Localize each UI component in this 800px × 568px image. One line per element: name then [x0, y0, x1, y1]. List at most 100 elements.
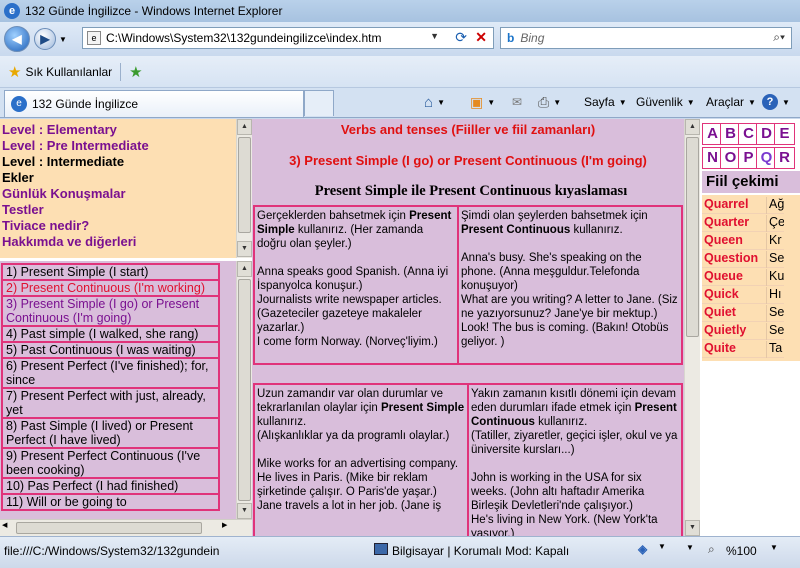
window-titlebar: e 132 Günde İngilizce - Windows Internet… [0, 0, 800, 22]
help-button[interactable]: ? ▼ [762, 92, 790, 112]
word-row[interactable]: Quietly Se [702, 322, 784, 340]
zoom-dropdown-icon[interactable]: ▼ [770, 543, 778, 552]
history-dropdown-icon[interactable]: ▼ [59, 35, 67, 44]
back-button[interactable]: ◀ [4, 26, 30, 52]
scroll-thumb[interactable] [686, 137, 699, 337]
word-meaning: Ağ [766, 197, 784, 214]
search-icon[interactable]: ⌕▾ [773, 30, 785, 45]
scroll-thumb[interactable] [238, 279, 251, 501]
favorites-bar: ★ Sık Kullanılanlar ★ [0, 56, 800, 88]
stop-icon[interactable]: ✕ [475, 29, 487, 46]
scroll-down-icon[interactable]: ▼ [685, 520, 700, 536]
lessons-scrollbar[interactable]: ▲ ▼ [236, 261, 252, 519]
address-field[interactable]: e C:\Windows\System32\132gundeingilizce\… [82, 27, 494, 49]
address-dropdown-icon[interactable]: ▼ [430, 31, 439, 41]
word-meaning: Se [766, 305, 784, 322]
bing-logo-icon: b [507, 31, 515, 45]
scroll-down-icon[interactable]: ▼ [237, 241, 252, 257]
example-line: He's living in New York. (New York'ta ya… [471, 514, 658, 536]
page-icon: e [87, 31, 101, 45]
lesson-link[interactable]: 5) Past Continuous (I was waiting) [1, 341, 220, 359]
main-frame: Verbs and tenses (Fiiller ve fiil zamanl… [252, 119, 684, 536]
letter-link[interactable]: R [774, 147, 795, 169]
lesson-link[interactable]: 6) Present Perfect (I've finished); for,… [1, 357, 220, 389]
status-bar: file:///C:/Windows/System32/132gundein B… [0, 536, 800, 568]
lesson-link[interactable]: 4) Past simple (I walked, she rang) [1, 325, 220, 343]
lesson-link[interactable]: 11) Will or be going to [1, 493, 220, 511]
print-button[interactable]: ⎙ ▼ [538, 92, 561, 112]
scroll-down-icon[interactable]: ▼ [237, 503, 252, 519]
present-simple-box: Gerçeklerden bahsetmek için Present Simp… [253, 205, 459, 365]
box-text: (Tatiller, ziyaretler, geçici işler, oku… [471, 430, 678, 456]
window-title: 132 Günde İngilizce - Windows Internet E… [25, 4, 283, 18]
zoom-icon[interactable]: ⌕ [708, 542, 715, 557]
word-row[interactable]: Quite Ta [702, 340, 784, 358]
tab-active[interactable]: e 132 Günde İngilizce [4, 90, 304, 117]
tab-bar: e 132 Günde İngilizce ⌂ ▼ ▣ ▼ ✉ ⎙ ▼ Sayfa ▼ … [0, 88, 800, 118]
lesson-link[interactable]: 8) Past Simple (I lived) or Present Perf… [1, 417, 220, 449]
forward-button[interactable]: ▶ [34, 28, 56, 50]
level-link[interactable]: Günlük Konuşmalar [0, 186, 236, 202]
lesson-link[interactable]: 2) Present Continuous (I'm working) [1, 279, 220, 297]
home-button[interactable]: ⌂ ▼ [424, 92, 445, 112]
separator [120, 62, 122, 81]
word-row[interactable]: Quarrel Ağ [702, 196, 784, 214]
word-row[interactable]: Queen Kr [702, 232, 784, 250]
level-link[interactable]: Ekler [0, 170, 236, 186]
word-row[interactable]: Queue Ku [702, 268, 784, 286]
scroll-up-icon[interactable]: ▲ [685, 119, 700, 135]
letter-link[interactable]: E [774, 123, 795, 145]
protected-mode-dropdown-icon[interactable]: ▼ [658, 542, 666, 551]
scroll-up-icon[interactable]: ▲ [237, 119, 252, 135]
security-menu[interactable]: Güvenlik ▼ [636, 92, 695, 112]
box-bold: Present Continuous [461, 224, 571, 236]
level-link[interactable]: Level : Intermediate [0, 154, 236, 170]
address-url: C:\Windows\System32\132gundeingilizce\in… [106, 31, 382, 45]
box-text: Şimdi olan şeylerden bahsetmek için [461, 210, 648, 222]
feeds-button[interactable]: ▣ ▼ [470, 92, 495, 112]
tools-menu[interactable]: Araçlar ▼ [706, 92, 756, 112]
lesson-link[interactable]: 7) Present Perfect with just, already, y… [1, 387, 220, 419]
security-menu-label: Güvenlik [636, 95, 683, 109]
level-link[interactable]: Testler [0, 202, 236, 218]
word-row[interactable]: Question Se [702, 250, 784, 268]
example-line: I come form Norway. (Norveç'liyim.) [257, 336, 438, 348]
ie-logo-icon: e [4, 3, 20, 19]
word-meaning: Ta [766, 341, 784, 358]
protected-mode-icon[interactable]: ◈ [638, 542, 647, 556]
level-link[interactable]: Level : Pre Intermediate [0, 138, 236, 154]
word-row[interactable]: Quick Hı [702, 286, 784, 304]
main-subtitle: 3) Present Simple (I go) or Present Cont… [289, 153, 647, 168]
level-link[interactable]: Hakkımda ve diğerleri [0, 234, 236, 250]
status-zone: Bilgisayar | Korumalı Mod: Kapalı [392, 544, 570, 558]
lesson-link[interactable]: 3) Present Simple (I go) or Present Cont… [1, 295, 220, 327]
favorites-button[interactable]: Sık Kullanılanlar [25, 65, 112, 79]
level-link[interactable]: Level : Elementary [0, 122, 236, 138]
word-row[interactable]: Quarter Çe [702, 214, 784, 232]
scroll-up-icon[interactable]: ▲ [237, 261, 252, 277]
main-scrollbar[interactable]: ▲ ▼ [684, 119, 700, 536]
status-arrow-icon[interactable]: ▼ [686, 543, 694, 552]
level-link[interactable]: Tiviace nedir? [0, 218, 236, 234]
word-row[interactable]: Quiet Se [702, 304, 784, 322]
present-continuous-box: Şimdi olan şeylerden bahsetmek için Pres… [457, 205, 683, 365]
levels-scrollbar[interactable]: ▲ ▼ [236, 119, 252, 258]
scroll-thumb[interactable] [238, 137, 251, 233]
lesson-link[interactable]: 9) Present Perfect Continuous (I've been… [1, 447, 220, 479]
help-icon: ? [762, 94, 778, 110]
example-line: Journalists write newspaper articles. (G… [257, 294, 442, 334]
verb-conjugation-header: Fiil çekimi [702, 171, 800, 193]
hscroll-thumb[interactable] [16, 522, 202, 534]
page-menu[interactable]: Sayfa ▼ [584, 92, 627, 112]
scroll-left-icon[interactable]: ◀ [2, 521, 7, 529]
zoom-level[interactable]: %100 [726, 544, 757, 558]
refresh-icon[interactable]: ⟳ [455, 29, 467, 46]
box-text: kullanırız. [534, 416, 588, 428]
search-input[interactable]: b Bing ⌕▾ [500, 27, 792, 49]
lessons-hscrollbar[interactable]: ◀ ▶ [0, 519, 252, 536]
box-bold: Present Simple [381, 402, 465, 414]
add-favorite-icon[interactable]: ★ [129, 63, 142, 81]
new-tab-button[interactable] [304, 90, 334, 116]
scroll-right-icon[interactable]: ▶ [222, 521, 227, 529]
mail-button[interactable]: ✉ [512, 92, 522, 112]
